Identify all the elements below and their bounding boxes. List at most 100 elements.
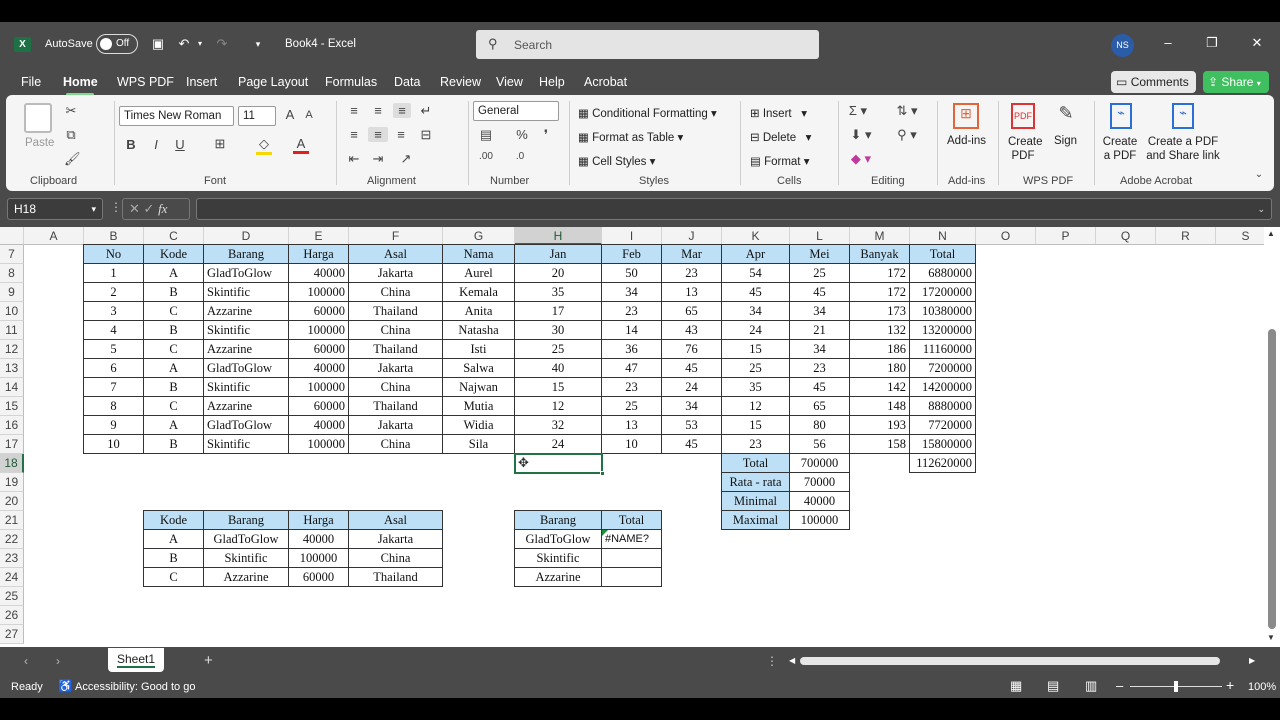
row-header-10[interactable]: 10 bbox=[0, 302, 24, 321]
table-cell[interactable]: Azzarine bbox=[203, 339, 289, 359]
table-cell[interactable]: 25 bbox=[601, 396, 662, 416]
table-cell[interactable]: 10 bbox=[601, 434, 662, 454]
table-cell[interactable]: 34 bbox=[601, 282, 662, 302]
summary-header-cell[interactable]: Barang bbox=[514, 510, 602, 530]
table-cell[interactable]: 100000 bbox=[288, 434, 349, 454]
table-cell[interactable]: 23 bbox=[661, 263, 722, 283]
column-header-P[interactable]: P bbox=[1036, 227, 1096, 245]
zoom-level[interactable]: 100% bbox=[1248, 681, 1276, 693]
share-button[interactable]: ⇪ Share ▾ bbox=[1203, 71, 1269, 93]
table-cell[interactable]: 34 bbox=[661, 396, 722, 416]
table-cell[interactable]: 60000 bbox=[288, 339, 349, 359]
stat-label-cell[interactable]: Total bbox=[721, 453, 790, 473]
table-cell[interactable]: 11160000 bbox=[909, 339, 976, 359]
table-cell[interactable]: China bbox=[348, 320, 443, 340]
table-cell[interactable]: 12 bbox=[721, 396, 790, 416]
table-cell[interactable]: China bbox=[348, 282, 443, 302]
font-color-icon[interactable]: A bbox=[293, 136, 309, 154]
table-cell[interactable]: 65 bbox=[789, 396, 850, 416]
table-cell[interactable]: B bbox=[143, 377, 204, 397]
table-header-cell[interactable]: Kode bbox=[143, 244, 204, 264]
table-cell[interactable]: 45 bbox=[789, 282, 850, 302]
column-header-G[interactable]: G bbox=[443, 227, 515, 245]
table-cell[interactable]: 23 bbox=[721, 434, 790, 454]
stat-value-cell[interactable]: 700000 bbox=[789, 453, 850, 473]
lookup-cell[interactable]: GladToGlow bbox=[203, 529, 289, 549]
table-cell[interactable]: 40000 bbox=[288, 263, 349, 283]
table-cell[interactable]: 15800000 bbox=[909, 434, 976, 454]
table-cell[interactable]: 7720000 bbox=[909, 415, 976, 435]
row-header-22[interactable]: 22 bbox=[0, 530, 24, 549]
stat-label-cell[interactable]: Maximal bbox=[721, 510, 790, 530]
table-cell[interactable]: Azzarine bbox=[203, 396, 289, 416]
column-header-E[interactable]: E bbox=[289, 227, 349, 245]
column-header-M[interactable]: M bbox=[850, 227, 910, 245]
customize-toolbar-icon[interactable]: ▾ bbox=[252, 36, 264, 52]
table-cell[interactable]: 10380000 bbox=[909, 301, 976, 321]
table-cell[interactable]: 3 bbox=[83, 301, 144, 321]
tab-insert[interactable]: Insert bbox=[186, 72, 217, 92]
wrap-text-icon[interactable]: ↵ bbox=[418, 103, 434, 119]
lookup-cell[interactable]: 100000 bbox=[288, 548, 349, 568]
format-painter-icon[interactable]: 🖌 bbox=[64, 151, 81, 167]
paste-icon[interactable] bbox=[24, 103, 52, 133]
conditional-formatting-button[interactable]: ▦ Conditional Formatting ▾ bbox=[578, 106, 717, 120]
add-ins-icon[interactable]: ⊞ bbox=[953, 103, 979, 129]
normal-view-icon[interactable]: ▦ bbox=[1010, 678, 1022, 694]
table-cell[interactable]: 148 bbox=[849, 396, 910, 416]
table-cell[interactable]: 23 bbox=[601, 377, 662, 397]
table-cell[interactable]: 53 bbox=[661, 415, 722, 435]
table-cell[interactable]: GladToGlow bbox=[203, 263, 289, 283]
table-cell[interactable]: C bbox=[143, 339, 204, 359]
stat-value-cell[interactable]: 70000 bbox=[789, 472, 850, 492]
font-name-select[interactable]: Times New Roman bbox=[119, 106, 234, 126]
restore-icon[interactable]: ❐ bbox=[1204, 35, 1220, 51]
page-break-view-icon[interactable]: ▥ bbox=[1085, 678, 1097, 694]
table-cell[interactable]: Thailand bbox=[348, 396, 443, 416]
align-top-icon[interactable]: ≡ bbox=[346, 103, 362, 118]
cancel-icon[interactable]: ✕ bbox=[129, 201, 140, 216]
stat-value-cell[interactable]: 40000 bbox=[789, 491, 850, 511]
cut-icon[interactable]: ✂ bbox=[64, 103, 78, 119]
undo-dropdown-icon[interactable]: ▾ bbox=[195, 36, 205, 52]
lookup-cell[interactable]: B bbox=[143, 548, 204, 568]
table-cell[interactable]: Thailand bbox=[348, 339, 443, 359]
table-cell[interactable]: 7 bbox=[83, 377, 144, 397]
table-header-cell[interactable]: Banyak bbox=[849, 244, 910, 264]
insert-function-icon[interactable]: fx bbox=[158, 201, 167, 216]
align-middle-icon[interactable]: ≡ bbox=[370, 103, 386, 118]
table-cell[interactable]: Salwa bbox=[442, 358, 515, 378]
table-cell[interactable]: 172 bbox=[849, 282, 910, 302]
align-center-icon[interactable]: ≡ bbox=[368, 127, 388, 142]
table-cell[interactable]: 8 bbox=[83, 396, 144, 416]
table-cell[interactable]: Skintific bbox=[203, 282, 289, 302]
table-cell[interactable]: Mutia bbox=[442, 396, 515, 416]
table-cell[interactable]: B bbox=[143, 320, 204, 340]
table-header-cell[interactable]: Feb bbox=[601, 244, 662, 264]
decrease-indent-icon[interactable]: ⇤ bbox=[346, 151, 362, 167]
table-cell[interactable]: 50 bbox=[601, 263, 662, 283]
table-cell[interactable]: 32 bbox=[514, 415, 602, 435]
table-cell[interactable]: 10 bbox=[83, 434, 144, 454]
table-cell[interactable]: 6880000 bbox=[909, 263, 976, 283]
table-cell[interactable]: 186 bbox=[849, 339, 910, 359]
table-cell[interactable]: B bbox=[143, 434, 204, 454]
comma-style-icon[interactable]: ❜ bbox=[540, 127, 552, 143]
table-cell[interactable]: C bbox=[143, 396, 204, 416]
row-header-18[interactable]: 18 bbox=[0, 454, 24, 473]
table-cell[interactable]: B bbox=[143, 282, 204, 302]
percent-icon[interactable]: % bbox=[514, 127, 530, 142]
close-icon[interactable]: ✕ bbox=[1249, 35, 1265, 51]
paste-label[interactable]: Paste bbox=[25, 137, 54, 149]
table-cell[interactable]: 15 bbox=[721, 415, 790, 435]
lookup-cell[interactable]: A bbox=[143, 529, 204, 549]
table-cell[interactable]: Thailand bbox=[348, 301, 443, 321]
zoom-slider[interactable] bbox=[1130, 681, 1222, 692]
align-right-icon[interactable]: ≡ bbox=[393, 127, 409, 142]
stat-label-cell[interactable]: Rata - rata bbox=[721, 472, 790, 492]
table-cell[interactable]: 1 bbox=[83, 263, 144, 283]
row-header-7[interactable]: 7 bbox=[0, 245, 24, 264]
column-header-H[interactable]: H bbox=[515, 227, 602, 245]
row-header-26[interactable]: 26 bbox=[0, 606, 24, 625]
table-cell[interactable]: 20 bbox=[514, 263, 602, 283]
